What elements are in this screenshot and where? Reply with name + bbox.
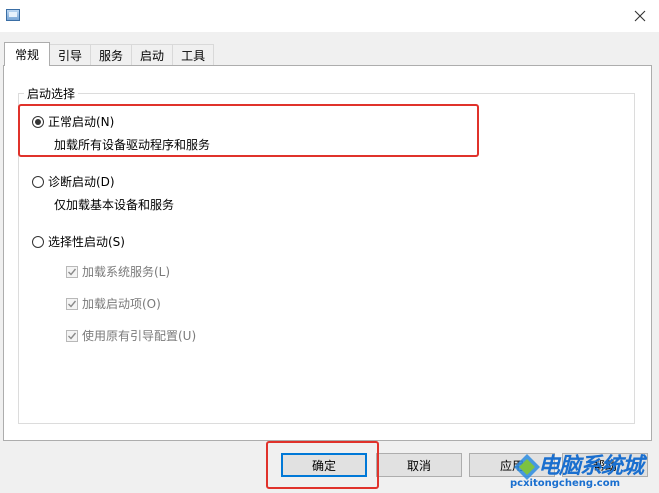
title-bar: [0, 0, 659, 32]
tab-strip: 常规 引导 服务 启动 工具: [4, 42, 215, 66]
tab-boot[interactable]: 引导: [49, 44, 92, 66]
tab-services[interactable]: 服务: [90, 44, 133, 66]
msconfig-app-icon: [6, 9, 20, 21]
normal-startup-highlight: [18, 104, 479, 157]
diagnostic-startup-radio[interactable]: 诊断启动(D): [32, 173, 115, 190]
use-original-boot-config-label: 使用原有引导配置(U): [82, 329, 197, 343]
selective-startup-label: 选择性启动(S): [48, 235, 125, 249]
watermark-url: pcxitongcheng.com: [510, 478, 621, 489]
use-original-boot-config-checkbox[interactable]: 使用原有引导配置(U): [66, 327, 196, 344]
site-watermark: 电脑系统城 pcxitongcheng.com: [508, 446, 659, 493]
checkbox-checked-icon: [66, 265, 78, 278]
ok-button-highlight: [266, 441, 379, 489]
startup-selection-legend: 启动选择: [24, 85, 79, 102]
tab-startup[interactable]: 启动: [131, 44, 174, 66]
close-button[interactable]: [626, 4, 654, 28]
checkbox-checked-icon: [66, 329, 78, 342]
close-icon: [634, 10, 646, 22]
radio-unchecked-icon: [32, 175, 44, 188]
load-system-services-checkbox[interactable]: 加载系统服务(L): [66, 263, 170, 280]
load-system-services-label: 加载系统服务(L): [82, 265, 171, 279]
radio-unchecked-icon: [32, 235, 44, 248]
selective-startup-radio[interactable]: 选择性启动(S): [32, 233, 125, 250]
checkbox-checked-icon: [66, 297, 78, 310]
diagnostic-startup-label: 诊断启动(D): [48, 175, 115, 189]
tab-general[interactable]: 常规: [4, 42, 51, 66]
diagnostic-startup-description: 仅加载基本设备和服务: [54, 198, 175, 212]
cancel-button[interactable]: 取消: [376, 453, 462, 477]
tab-tools[interactable]: 工具: [172, 44, 215, 66]
load-startup-items-label: 加载启动项(O): [82, 297, 161, 311]
load-startup-items-checkbox[interactable]: 加载启动项(O): [66, 295, 161, 312]
watermark-text: 电脑系统城: [538, 454, 644, 479]
